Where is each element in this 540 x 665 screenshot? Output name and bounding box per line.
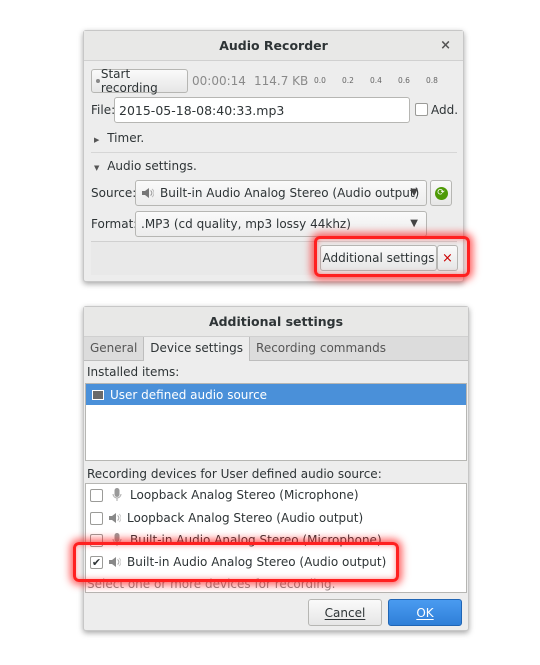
additional-title: Additional settings: [208, 314, 344, 329]
file-value: 2015-05-18-08:40:33.mp3: [119, 103, 285, 118]
level-tick: 0.8: [426, 76, 438, 85]
device-row[interactable]: Loopback Analog Stereo (Audio output): [90, 511, 363, 525]
device-label: Loopback Analog Stereo (Microphone): [130, 488, 359, 502]
device-checkbox-checked[interactable]: ✔: [90, 555, 103, 569]
level-tick: 0.2: [342, 76, 354, 85]
tab-general-label: General: [90, 341, 138, 355]
device-hint: Select one or more devices for recording…: [87, 577, 336, 591]
additional-settings-label: Additional settings: [322, 251, 435, 265]
device-row[interactable]: Loopback Analog Stereo (Microphone): [90, 488, 359, 502]
recorder-titlebar: Audio Recorder ×: [84, 31, 463, 61]
file-label: File:: [91, 103, 116, 117]
speaker-icon: [107, 555, 121, 569]
level-tick: 0.6: [398, 76, 410, 85]
chevron-down-icon: ▼: [410, 218, 418, 229]
source-value: Built-in Audio Analog Stereo (Audio outp…: [160, 186, 420, 200]
audio-source-icon: [92, 389, 104, 400]
format-value: .MP3 (cd quality, mp3 lossy 44khz): [141, 217, 351, 231]
timer-expander[interactable]: ▶ Timer.: [94, 131, 454, 149]
expander-arrow-icon: ▶: [94, 136, 100, 144]
ok-label: OK: [416, 605, 434, 620]
add-label: Add.: [431, 103, 459, 117]
refresh-icon: ⟳: [434, 186, 448, 200]
expander-down-icon: ▼: [94, 164, 100, 172]
device-label: Built-in Audio Analog Stereo (Audio outp…: [127, 555, 387, 569]
tab-bar: General Device settings Recording comman…: [84, 337, 468, 361]
tab-recording-commands[interactable]: Recording commands: [250, 337, 392, 360]
start-recording-label: Start recording: [100, 67, 158, 95]
level-meter: 0.0 0.2 0.4 0.6 0.8: [309, 76, 459, 88]
additional-settings-window: Additional settings General Device setti…: [83, 306, 469, 631]
source-label: Source:: [91, 186, 137, 200]
installed-items-label: Installed items:: [87, 365, 180, 379]
level-tick: 0.0: [314, 76, 326, 85]
cancel-label: Cancel: [324, 605, 366, 620]
speaker-icon: [107, 511, 121, 525]
device-checkbox[interactable]: [90, 533, 103, 547]
chevron-down-icon: ▼: [410, 187, 418, 198]
format-label: Format:: [91, 217, 138, 231]
list-item[interactable]: User defined audio source: [86, 384, 466, 405]
cancel-button[interactable]: Cancel: [308, 599, 382, 626]
additional-settings-button[interactable]: Additional settings: [320, 245, 437, 271]
refresh-source-button[interactable]: ⟳: [430, 180, 452, 206]
tab-device-settings[interactable]: Device settings: [143, 337, 251, 361]
device-row[interactable]: ✔ Built-in Audio Analog Stereo (Audio ou…: [90, 555, 386, 569]
recording-size: 114.7 KB: [254, 74, 309, 88]
timer-label: Timer.: [107, 131, 145, 145]
device-label: Loopback Analog Stereo (Audio output): [127, 511, 364, 525]
add-checkbox[interactable]: [415, 103, 428, 116]
device-checkbox[interactable]: [90, 511, 103, 525]
separator: [91, 152, 457, 153]
level-tick: 0.4: [370, 76, 382, 85]
source-combo[interactable]: Built-in Audio Analog Stereo (Audio outp…: [135, 180, 427, 206]
tab-general[interactable]: General: [84, 337, 143, 360]
installed-item-label: User defined audio source: [110, 387, 268, 402]
device-checkbox[interactable]: [90, 488, 103, 502]
device-row[interactable]: Built-in Audio Analog Stereo (Microphone…: [90, 533, 382, 547]
installed-items-list[interactable]: User defined audio source: [85, 383, 467, 461]
ok-button[interactable]: OK: [388, 599, 462, 626]
format-combo[interactable]: .MP3 (cd quality, mp3 lossy 44khz) ▼: [135, 211, 427, 237]
close-icon: ×: [442, 250, 453, 266]
close-additional-button[interactable]: ×: [437, 245, 458, 271]
tab-device-settings-label: Device settings: [150, 341, 244, 355]
tab-recording-commands-label: Recording commands: [256, 341, 386, 355]
speaker-icon: [140, 186, 154, 200]
device-label: Built-in Audio Analog Stereo (Microphone…: [130, 533, 382, 547]
start-recording-button[interactable]: Start recording: [91, 67, 188, 95]
microphone-icon: [112, 533, 122, 547]
file-field[interactable]: 2015-05-18-08:40:33.mp3: [114, 97, 410, 123]
close-icon[interactable]: ×: [440, 38, 451, 53]
audio-settings-expander[interactable]: ▼ Audio settings.: [94, 159, 454, 177]
elapsed-time: 00:00:14: [192, 74, 246, 88]
devices-label: Recording devices for User defined audio…: [87, 467, 382, 481]
audio-recorder-window: Audio Recorder × Start recording 00:00:1…: [83, 30, 464, 282]
recorder-title: Audio Recorder: [219, 38, 328, 53]
additional-titlebar: Additional settings: [84, 307, 468, 337]
microphone-icon: [112, 488, 122, 502]
record-dot-icon: [96, 79, 100, 83]
audio-settings-label: Audio settings.: [107, 159, 197, 173]
